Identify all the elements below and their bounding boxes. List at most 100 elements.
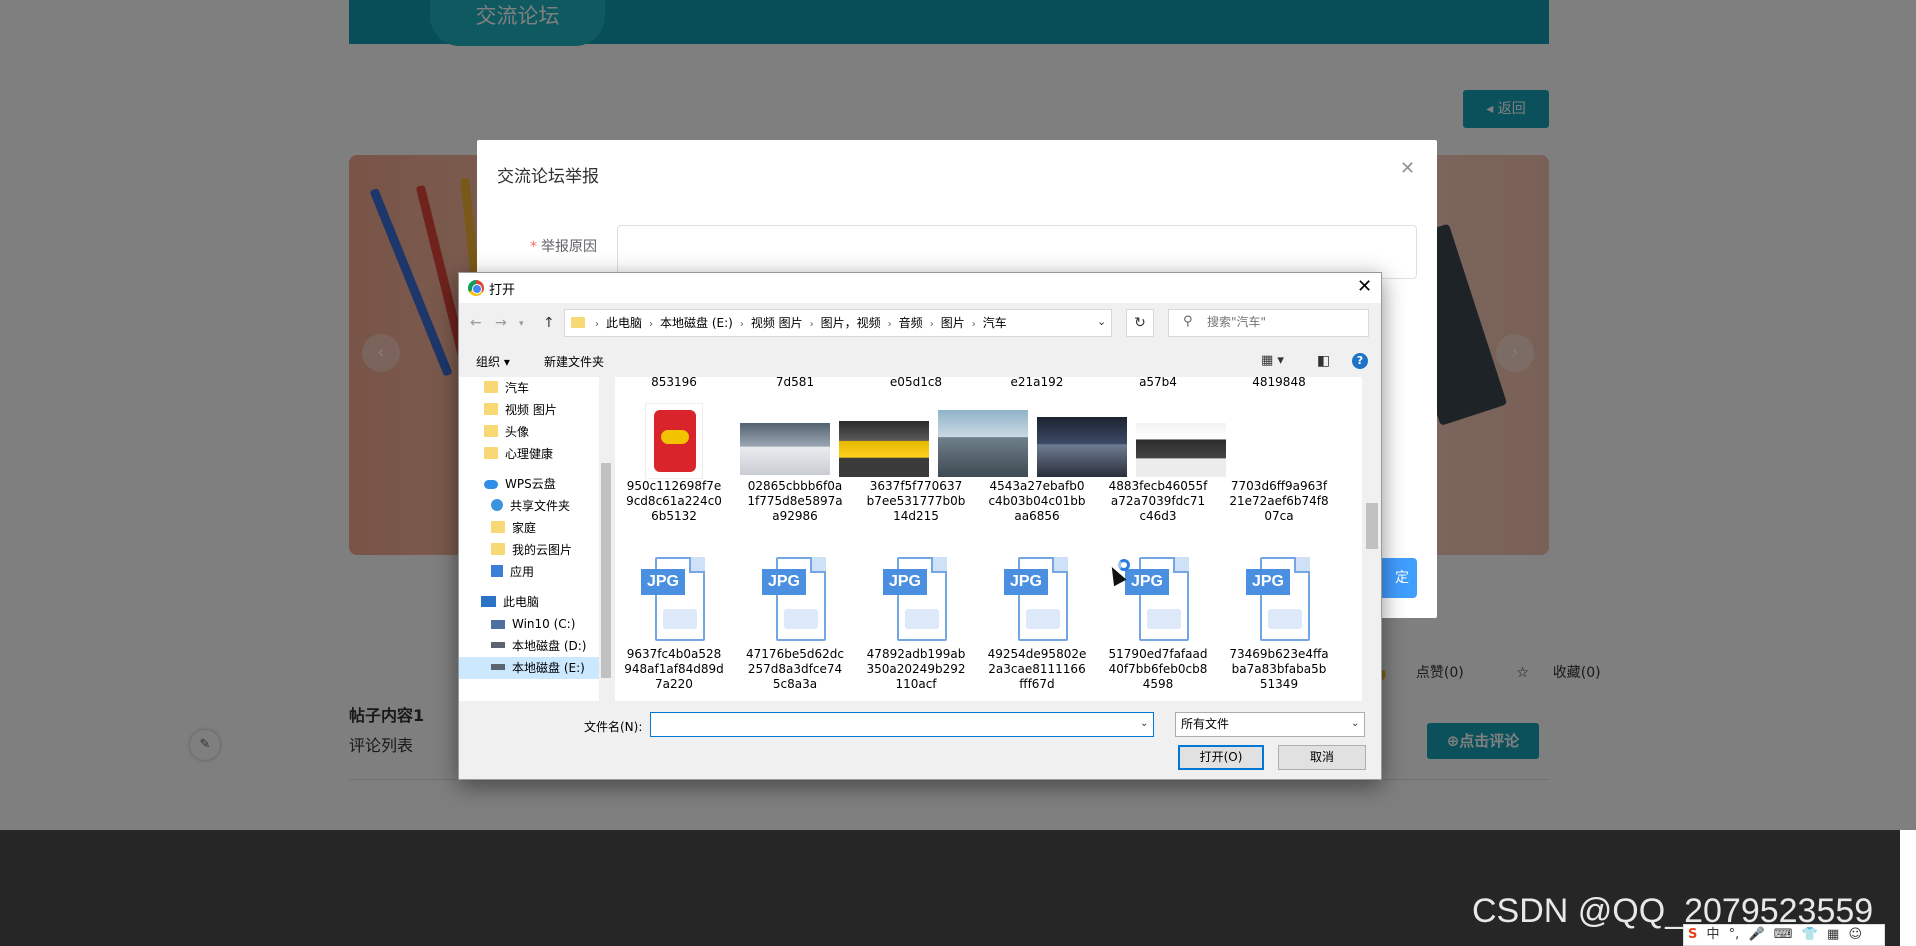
nav-item[interactable]: WPS云盘	[459, 473, 599, 495]
jpg-file-icon: JPG	[762, 557, 826, 641]
file-item[interactable]: e05d1c8	[861, 377, 971, 390]
filename-input[interactable]	[650, 712, 1154, 737]
nav-item[interactable]: 家庭	[459, 517, 599, 539]
file-name: 7d581	[775, 377, 815, 389]
jpg-file-icon: JPG	[883, 557, 947, 641]
nav-item-label: 本地磁盘 (D:)	[512, 639, 587, 653]
file-item[interactable]: a57b4	[1103, 377, 1213, 390]
file-name: 853196	[651, 377, 697, 389]
nav-item[interactable]: 此电脑	[459, 591, 599, 613]
new-folder-button[interactable]: 新建文件夹	[544, 353, 604, 370]
file-item[interactable]: 7d581	[740, 377, 850, 390]
ime-item[interactable]: 中	[1707, 927, 1720, 942]
view-options-icon[interactable]: ▦ ▾	[1261, 353, 1284, 368]
nav-item[interactable]: 视频 图片	[459, 399, 599, 421]
chevron-down-icon[interactable]: ⌄	[1140, 718, 1148, 729]
breadcrumb-item[interactable]: 汽车	[983, 316, 1007, 330]
file-list-scroll-thumb[interactable]	[1366, 503, 1378, 549]
nav-item-label: 共享文件夹	[510, 499, 571, 513]
search-input[interactable]	[1207, 315, 1357, 329]
car-thumbnail	[1037, 417, 1127, 477]
forward-arrow-icon[interactable]: →	[495, 315, 507, 331]
file-item[interactable]: 02865cbbb6f0a1f775d8e5897aa92986	[740, 479, 850, 524]
drive-icon	[491, 620, 505, 629]
breadcrumb-item[interactable]: 音频	[899, 316, 923, 330]
chevron-right-icon: ›	[649, 319, 654, 330]
sogou-logo-icon: S	[1688, 927, 1698, 942]
open-button[interactable]: 打开(O)	[1178, 745, 1264, 770]
jpg-file-icon: JPG	[1125, 557, 1189, 641]
file-name: a57b4	[1139, 377, 1177, 389]
ime-toolbar[interactable]: S 中 °, 🎤 ⌨ 👕 ▦ ☺	[1683, 924, 1885, 946]
car-thumbnail	[839, 421, 929, 477]
chevron-down-icon[interactable]: ⌄	[1097, 315, 1106, 328]
nav-item[interactable]: Win10 (C:)	[459, 613, 599, 635]
file-item[interactable]: 7703d6ff9a963f21e72aef6b74f807ca	[1224, 479, 1334, 524]
breadcrumb-item[interactable]: 本地磁盘 (E:)	[660, 316, 733, 330]
close-icon[interactable]: ✕	[1357, 276, 1372, 297]
dialog-title: 打开	[489, 283, 516, 298]
navigation-pane: 汽车 视频 图片 头像 心理健康 WPS云盘 共享文件夹 家庭 我的云图片 应用…	[459, 377, 599, 701]
nav-item[interactable]: 头像	[459, 421, 599, 443]
organize-menu[interactable]: 组织 ▾	[476, 353, 510, 370]
file-item[interactable]: 9637fc4b0a528948af1af84d89d7a220	[619, 647, 729, 692]
file-type-select[interactable]: 所有文件	[1175, 712, 1365, 737]
ime-item[interactable]: ⌨	[1774, 927, 1793, 942]
file-item[interactable]: 47176be5d62dc257d8a3dfce745c8a3a	[740, 647, 850, 692]
file-item[interactable]: 4883fecb46055fa72a7039fdc71c46d3	[1103, 479, 1213, 524]
preview-pane-icon[interactable]: ◧	[1317, 353, 1330, 369]
folder-icon	[484, 447, 498, 459]
nav-item[interactable]: 共享文件夹	[459, 495, 599, 517]
nav-item[interactable]: 汽车	[459, 377, 599, 399]
folder-icon	[484, 403, 498, 415]
file-item[interactable]: 3637f5f770637b7ee531777b0b14d215	[861, 479, 971, 524]
nav-item[interactable]: 应用	[459, 561, 599, 583]
nav-item[interactable]: 我的云图片	[459, 539, 599, 561]
breadcrumb-item[interactable]: 图片，视频	[821, 316, 881, 330]
file-name: 950c112698f7e9cd8c61a224c06b5132	[626, 479, 722, 523]
cancel-button[interactable]: 取消	[1278, 745, 1366, 770]
nav-item-label: 本地磁盘 (E:)	[512, 661, 585, 675]
address-bar[interactable]: › 此电脑 › 本地磁盘 (E:) › 视频 图片 › 图片，视频 › 音频 › 图片 › 汽车	[564, 309, 1112, 337]
drive-icon	[491, 642, 505, 648]
chevron-right-icon: ›	[887, 319, 892, 330]
breadcrumb-item[interactable]: 视频 图片	[751, 316, 803, 330]
ime-item[interactable]: °,	[1729, 927, 1740, 942]
back-arrow-icon[interactable]: ←	[470, 315, 482, 331]
ime-item[interactable]: 👕	[1802, 927, 1818, 942]
breadcrumb-item[interactable]: 图片	[941, 316, 965, 330]
file-name: 7703d6ff9a963f21e72aef6b74f807ca	[1229, 479, 1329, 523]
file-item[interactable]: 73469b623e4ffaba7a83bfaba5b51349	[1224, 647, 1334, 692]
breadcrumb-item[interactable]: 此电脑	[606, 316, 642, 330]
nav-item[interactable]: 本地磁盘 (D:)	[459, 635, 599, 657]
up-arrow-icon[interactable]: ↑	[543, 315, 555, 331]
required-mark: *	[530, 239, 537, 255]
nav-item[interactable]: 心理健康	[459, 443, 599, 465]
chevron-down-icon[interactable]: ▾	[519, 319, 524, 329]
file-item[interactable]: 49254de95802e2a3cae8111166fff67d	[982, 647, 1092, 692]
close-icon[interactable]: ✕	[1400, 158, 1415, 179]
file-item[interactable]: 4819848	[1224, 377, 1334, 390]
nav-item-label: WPS云盘	[505, 477, 556, 491]
search-box[interactable]: ⚲	[1168, 309, 1369, 337]
help-icon[interactable]: ?	[1352, 353, 1368, 369]
refresh-icon[interactable]: ↻	[1126, 309, 1154, 337]
ime-item[interactable]: ☺	[1848, 927, 1862, 942]
ime-item[interactable]: ▦	[1827, 927, 1839, 942]
file-item[interactable]: 853196	[619, 377, 729, 390]
folder-icon	[484, 381, 498, 393]
nav-scroll-thumb[interactable]	[601, 463, 611, 678]
car-thumbnail	[1136, 423, 1226, 477]
file-name: 02865cbbb6f0a1f775d8e5897aa92986	[747, 479, 843, 523]
share-icon	[491, 499, 503, 511]
file-item[interactable]: 4543a27ebafb0c4b03b04c01bbaa6856	[982, 479, 1092, 524]
file-item[interactable]: 950c112698f7e9cd8c61a224c06b5132	[619, 479, 729, 524]
file-item[interactable]: e21a192	[982, 377, 1092, 390]
file-item[interactable]: 47892adb199ab350a20249b292110acf	[861, 647, 971, 692]
reason-textarea[interactable]	[617, 225, 1417, 279]
page-scrollbar[interactable]	[1900, 830, 1916, 946]
chevron-down-icon[interactable]: ⌄	[1351, 718, 1359, 729]
nav-item-selected[interactable]: 本地磁盘 (E:)	[459, 657, 599, 679]
ime-item[interactable]: 🎤	[1748, 927, 1764, 942]
file-item[interactable]: 51790ed7fafaad40f7bb6feb0cb84598	[1103, 647, 1213, 692]
